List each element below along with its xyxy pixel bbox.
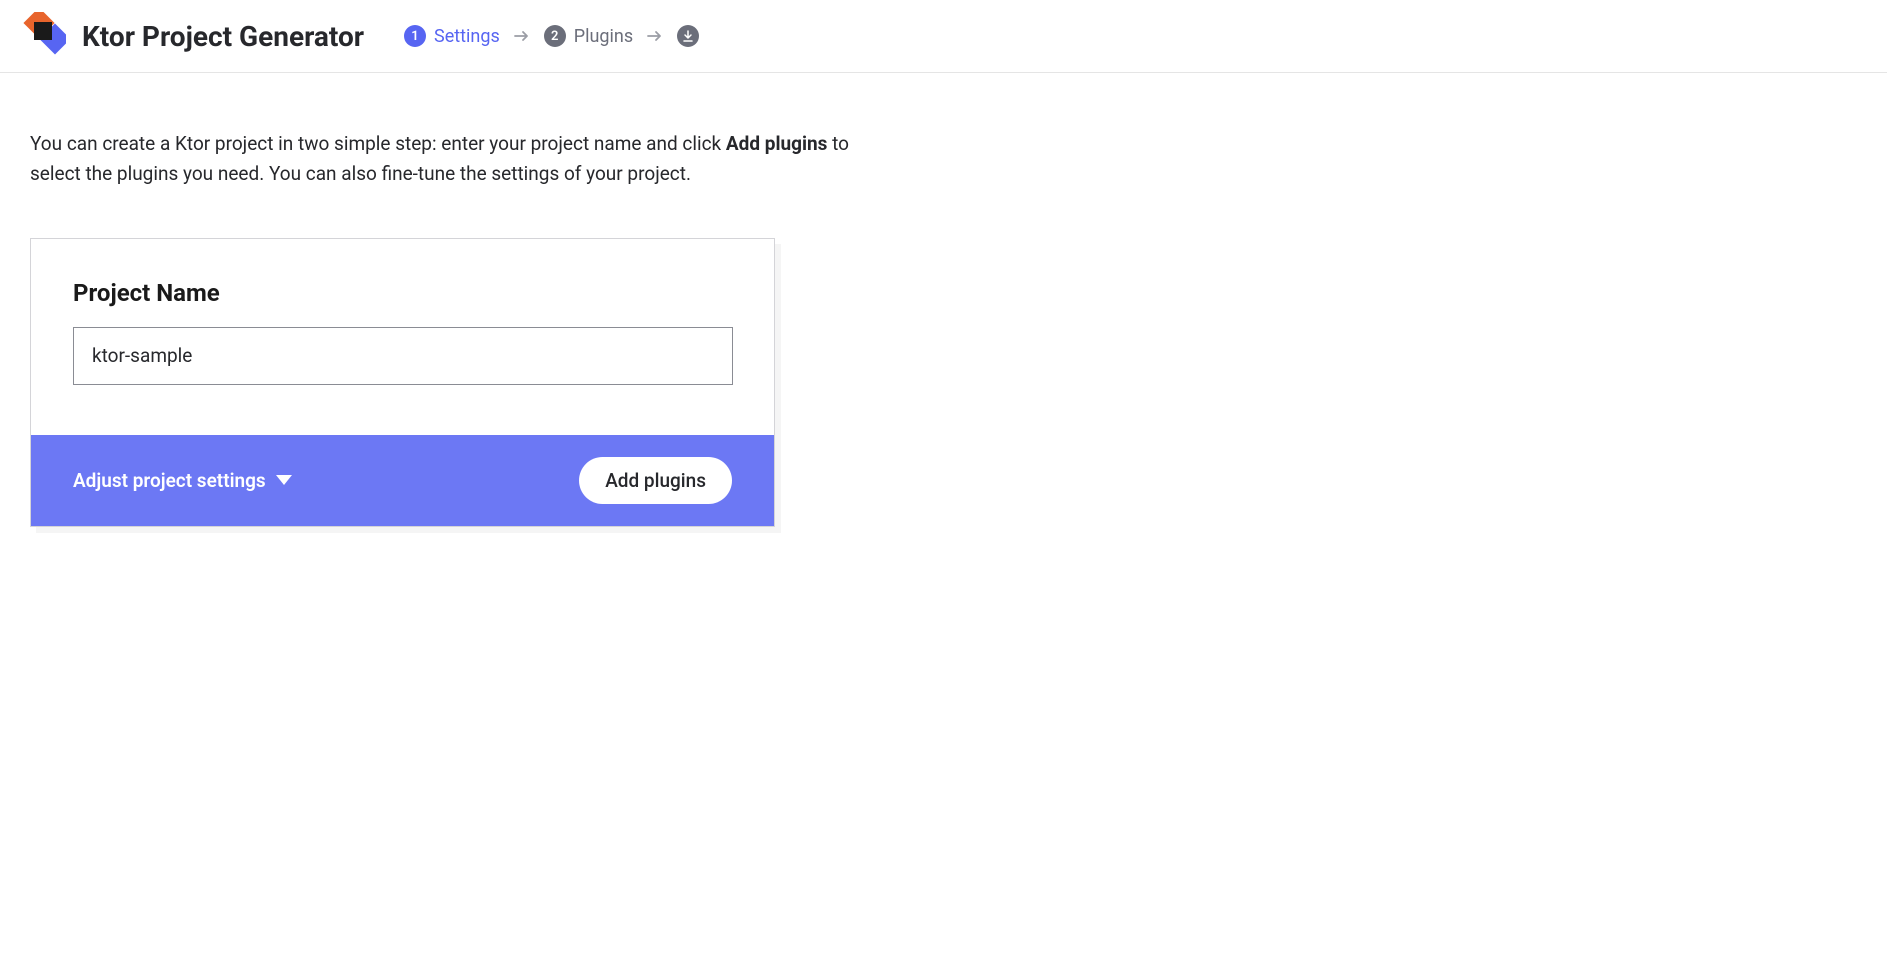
wizard-steps: 1 Settings 2 Plugins (404, 25, 699, 47)
app-title: Ktor Project Generator (82, 20, 364, 53)
download-icon[interactable] (677, 25, 699, 47)
project-card: Project Name Adjust project settings Add… (30, 238, 775, 527)
logo-title-group: Ktor Project Generator (18, 12, 364, 60)
add-plugins-button[interactable]: Add plugins (579, 457, 732, 504)
card-footer: Adjust project settings Add plugins (31, 435, 774, 526)
app-header: Ktor Project Generator 1 Settings 2 Plug… (0, 0, 1887, 73)
step-label-settings: Settings (434, 26, 500, 47)
card-body: Project Name (31, 239, 774, 435)
intro-text: You can create a Ktor project in two sim… (30, 129, 900, 190)
adjust-label: Adjust project settings (73, 469, 266, 492)
adjust-settings-toggle[interactable]: Adjust project settings (73, 469, 292, 492)
step-badge-2: 2 (544, 25, 566, 47)
intro-bold: Add plugins (726, 132, 828, 155)
step-badge-1: 1 (404, 25, 426, 47)
step-settings[interactable]: 1 Settings (404, 25, 500, 47)
project-name-input[interactable] (73, 327, 733, 385)
project-name-label: Project Name (73, 279, 732, 307)
step-label-plugins: Plugins (574, 26, 633, 47)
step-plugins[interactable]: 2 Plugins (544, 25, 633, 47)
arrow-right-icon (647, 27, 663, 46)
intro-part1: You can create a Ktor project in two sim… (30, 132, 726, 155)
arrow-right-icon (514, 27, 530, 46)
main-content: You can create a Ktor project in two sim… (0, 73, 1100, 583)
chevron-down-icon (276, 475, 292, 485)
ktor-logo-icon (18, 12, 66, 60)
